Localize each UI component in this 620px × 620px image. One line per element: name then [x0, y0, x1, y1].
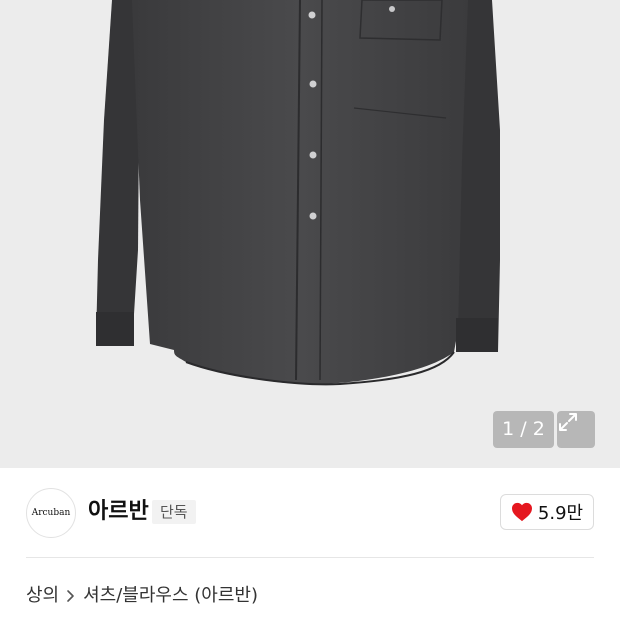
expand-arrows-icon: [559, 413, 577, 431]
divider: [26, 557, 594, 558]
expand-image-button[interactable]: [557, 411, 595, 448]
like-count: 5.9만: [537, 503, 584, 524]
exclusive-badge: 단독: [152, 500, 196, 524]
product-image-gallery[interactable]: 1 / 2: [0, 0, 620, 468]
brand-logo[interactable]: Arcuban: [26, 488, 76, 538]
brand-row: Arcuban 아르반 단독 5.9만: [0, 468, 620, 558]
image-page-counter: 1 / 2: [493, 411, 554, 448]
breadcrumb-item-shirts[interactable]: 셔츠/블라우스 (아르반): [83, 584, 258, 608]
chevron-right-icon: [65, 589, 77, 603]
brand-logo-text: Arcuban: [31, 508, 71, 518]
brand-name-link[interactable]: 아르반: [88, 498, 149, 526]
heart-icon: [511, 502, 532, 522]
breadcrumb-item-top[interactable]: 상의: [26, 584, 59, 608]
breadcrumb: 상의 셔츠/블라우스 (아르반): [26, 584, 258, 608]
like-button[interactable]: 5.9만: [500, 494, 594, 530]
product-image: [96, 0, 500, 386]
